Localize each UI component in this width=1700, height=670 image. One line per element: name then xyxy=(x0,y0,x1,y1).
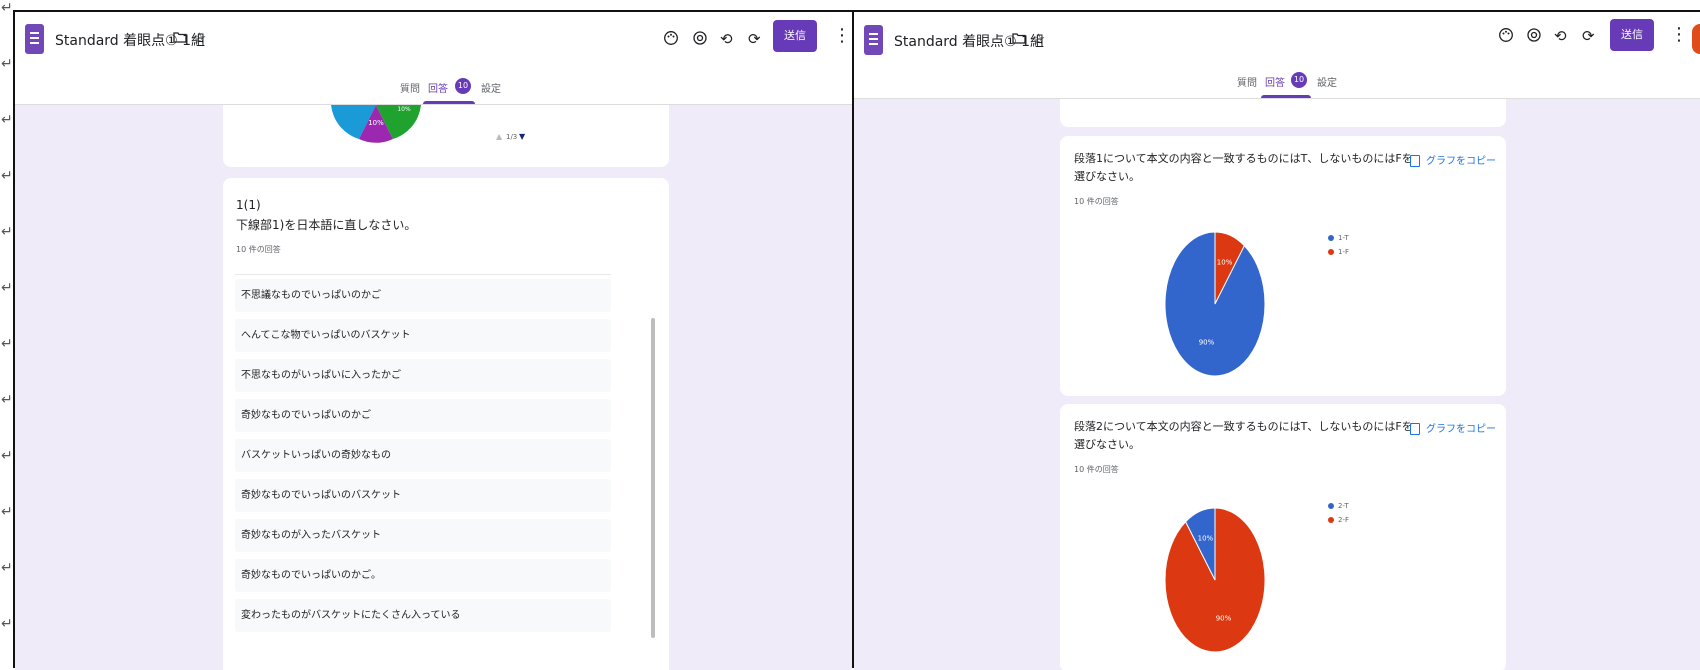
response-count-text: 10 件の回答 xyxy=(1074,465,1119,474)
pie-slice[interactable] xyxy=(1164,231,1266,377)
send-button[interactable]: 送信 xyxy=(1610,19,1654,51)
list-item: バスケットいっぱいの奇妙なもの xyxy=(235,439,611,472)
pie-slice-label: 90% xyxy=(1216,615,1232,623)
left-window: Standard 着眼点① 1組 ☆ ⟲ ⟳ 送信 ⋮ 質問 回答 10 設定 … xyxy=(15,10,852,670)
legend-pager: 1/3 xyxy=(506,133,518,141)
avatar[interactable] xyxy=(1692,24,1700,54)
response-count-text: 10 件の回答 xyxy=(1074,197,1119,206)
pie-slice-label: 90% xyxy=(1199,339,1215,347)
send-button[interactable]: 送信 xyxy=(773,20,817,52)
redo-icon[interactable]: ⟳ xyxy=(1582,27,1595,45)
pie-slice-label: 10% xyxy=(1198,535,1214,543)
list-item: 奇妙なものでいっぱいのバスケット xyxy=(235,479,611,512)
response-count-text: 10 件の回答 xyxy=(236,245,281,254)
legend-dot xyxy=(1328,503,1334,509)
palette-icon[interactable] xyxy=(663,30,679,50)
active-tab-indicator xyxy=(1261,95,1311,98)
question-card: 1(1) 下線部1)を日本語に直しなさい。 10 件の回答 不思議なものでいっぱ… xyxy=(223,178,669,670)
tab-bar: 質問 回答 10 設定 xyxy=(15,74,852,104)
tab-settings[interactable]: 設定 xyxy=(481,80,501,95)
more-vert-icon[interactable]: ⋮ xyxy=(833,26,851,46)
tab-responses[interactable]: 回答 xyxy=(428,80,448,95)
star-icon[interactable]: ☆ xyxy=(1032,30,1045,48)
left-header: Standard 着眼点① 1組 ☆ ⟲ ⟳ 送信 ⋮ 質問 回答 10 設定 xyxy=(15,12,852,105)
right-header: Standard 着眼点① 1組 ☆ ⟲ ⟳ 送信 ⋮ 質問 回答 10 設定 xyxy=(854,12,1700,99)
divider xyxy=(235,274,611,275)
response-count-badge: 10 xyxy=(1291,72,1307,88)
copy-icon xyxy=(1410,155,1420,167)
question-text: 下線部1)を日本語に直しなさい。 xyxy=(236,218,417,232)
pie-chart-card: 10% 10% ▲ 1/3 ▼ xyxy=(223,105,669,167)
preview-icon[interactable] xyxy=(692,30,708,50)
list-item: 奇妙なものでいっぱいのかご。 xyxy=(235,559,611,592)
legend-prev-icon[interactable]: ▲ xyxy=(496,132,502,141)
legend-next-icon[interactable]: ▼ xyxy=(519,132,525,141)
copy-chart-label: グラフをコピー xyxy=(1426,424,1496,435)
pie-chart: 90% 10% xyxy=(1164,507,1266,653)
chart-card-2: 段落2について本文の内容と一致するものにはT、しないものにはFを選びなさい。 1… xyxy=(1060,404,1506,670)
pie-slice-label: 10% xyxy=(397,106,411,113)
pie-slice-label: 10% xyxy=(368,119,384,127)
legend-item: 1-F xyxy=(1328,248,1349,256)
active-tab-indicator xyxy=(423,101,475,104)
question-text: 段落2について本文の内容と一致するものにはT、しないものにはFを選びなさい。 xyxy=(1074,420,1413,451)
legend-label: 1-F xyxy=(1338,248,1350,256)
legend-dot xyxy=(1328,249,1334,255)
more-vert-icon[interactable]: ⋮ xyxy=(1670,25,1688,45)
right-window: Standard 着眼点① 1組 ☆ ⟲ ⟳ 送信 ⋮ 質問 回答 10 設定 … xyxy=(854,10,1700,670)
copy-icon xyxy=(1410,423,1420,435)
forms-logo-icon[interactable] xyxy=(864,25,883,55)
list-item: 不思なものがいっぱいに入ったかご xyxy=(235,359,611,392)
copy-chart-button[interactable]: グラフをコピー xyxy=(1410,420,1496,435)
list-item: 奇妙なものが入ったバスケット xyxy=(235,519,611,552)
tab-settings[interactable]: 設定 xyxy=(1317,74,1337,89)
tab-responses[interactable]: 回答 xyxy=(1265,74,1285,89)
preview-icon[interactable] xyxy=(1526,27,1542,47)
legend-label: 2-F xyxy=(1338,516,1350,524)
copy-chart-button[interactable]: グラフをコピー xyxy=(1410,152,1496,167)
list-item: へんてこな物でいっぱいのバスケット xyxy=(235,319,611,352)
legend-label: 2-T xyxy=(1338,502,1349,510)
tab-bar: 質問 回答 10 設定 xyxy=(854,68,1700,98)
question-text: 段落1について本文の内容と一致するものにはT、しないものにはFを選びなさい。 xyxy=(1074,152,1413,183)
redo-icon[interactable]: ⟳ xyxy=(748,30,761,48)
palette-icon[interactable] xyxy=(1498,27,1514,47)
list-item: 不思議なものでいっぱいのかご xyxy=(235,279,611,312)
legend-label: 1-T xyxy=(1338,234,1349,242)
legend-item: 1-T xyxy=(1328,234,1349,242)
folder-icon[interactable] xyxy=(173,30,187,48)
legend-dot xyxy=(1328,235,1334,241)
list-item: 奇妙なものでいっぱいのかご xyxy=(235,399,611,432)
previous-card xyxy=(1060,99,1506,127)
question-number: 1(1) xyxy=(236,198,261,212)
folder-icon[interactable] xyxy=(1012,31,1026,49)
legend-dot xyxy=(1328,517,1334,523)
legend-item: 2-T xyxy=(1328,502,1349,510)
pie-slice-label: 10% xyxy=(1217,259,1233,267)
tab-questions[interactable]: 質問 xyxy=(400,80,420,95)
undo-icon[interactable]: ⟲ xyxy=(720,30,733,48)
pie-chart: 10% 10% xyxy=(331,105,421,143)
tab-questions[interactable]: 質問 xyxy=(1237,74,1257,89)
undo-icon[interactable]: ⟲ xyxy=(1554,27,1567,45)
pie-chart: 10% 90% xyxy=(1164,231,1266,377)
list-item: 変わったものがバスケットにたくさん入っている xyxy=(235,599,611,632)
copy-chart-label: グラフをコピー xyxy=(1426,156,1496,167)
legend-item: 2-F xyxy=(1328,516,1349,524)
star-icon[interactable]: ☆ xyxy=(193,29,206,47)
left-margin-strip: ↵ ↵ ↵ ↵ ↵ ↵ ↵ ↵ ↵ ↵ ↵ ↵ xyxy=(0,0,13,668)
response-count-badge: 10 xyxy=(455,78,471,94)
forms-logo-icon[interactable] xyxy=(25,24,44,54)
chart-card-1: 段落1について本文の内容と一致するものにはT、しないものにはFを選びなさい。 1… xyxy=(1060,136,1506,396)
list-scrollbar[interactable] xyxy=(651,318,655,638)
